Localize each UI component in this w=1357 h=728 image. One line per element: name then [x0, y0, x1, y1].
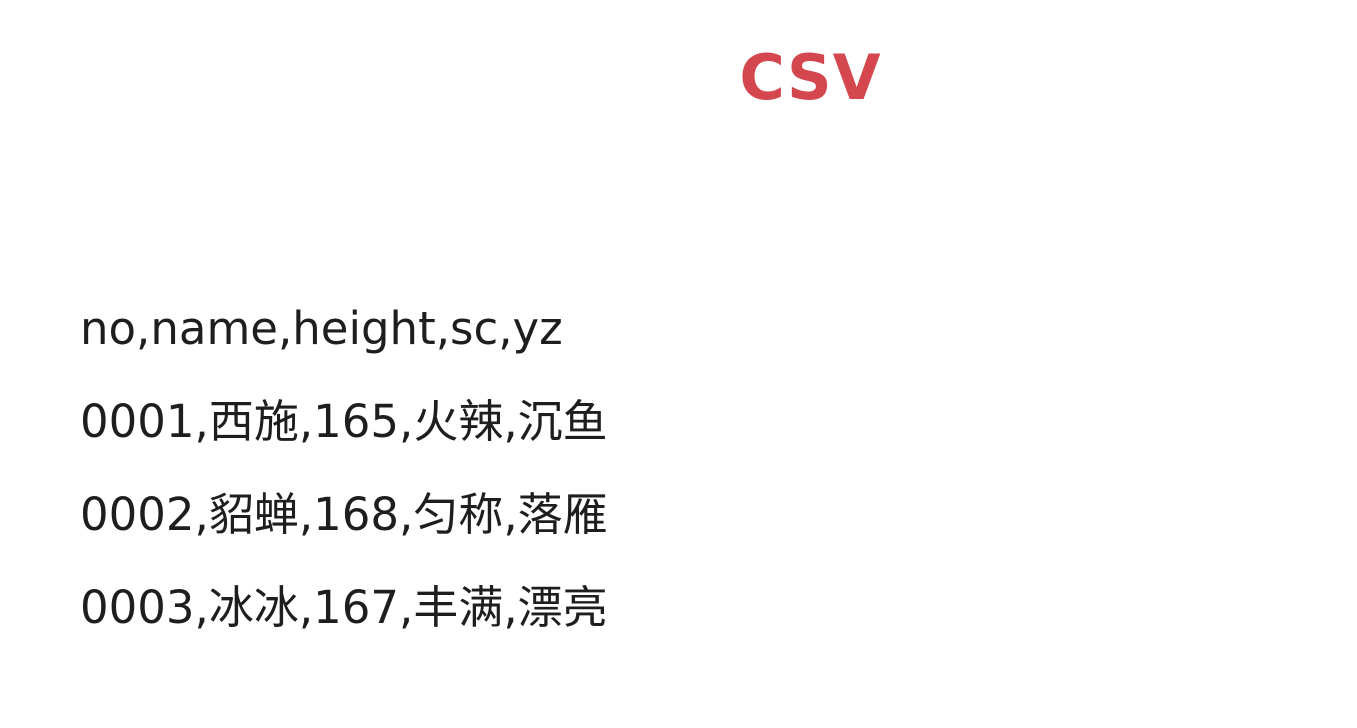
csv-data-line: 0002,貂蝉,168,匀称,落雁: [80, 488, 608, 541]
slide: CSV no,name,height,sc,yz 0001,西施,165,火辣,…: [0, 0, 1357, 728]
csv-header-line: no,name,height,sc,yz: [80, 302, 563, 355]
csv-content: no,name,height,sc,yz 0001,西施,165,火辣,沉鱼 0…: [80, 282, 608, 654]
csv-data-line: 0003,冰冰,167,丰满,漂亮: [80, 581, 608, 634]
csv-data-line: 0001,西施,165,火辣,沉鱼: [80, 395, 608, 448]
slide-title: CSV: [739, 41, 882, 114]
